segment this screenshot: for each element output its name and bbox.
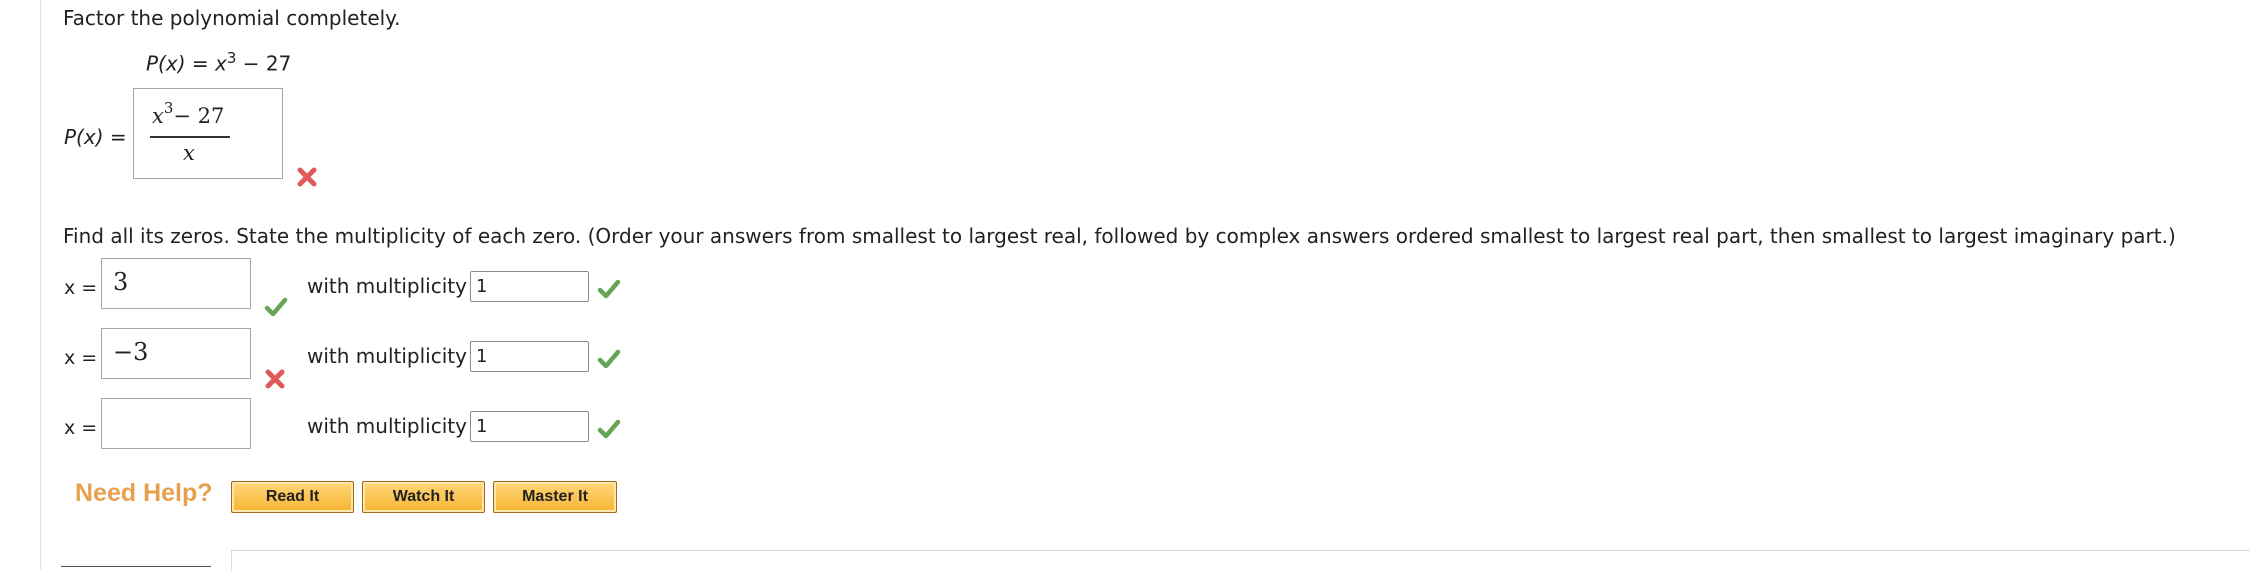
need-help-label: Need Help? [75,479,213,507]
check-icon [597,278,621,304]
zero-answer-box[interactable]: −3 [101,328,251,379]
poly-base: x [215,51,227,76]
fraction-bar [150,136,230,138]
watch-it-button[interactable]: Watch It [362,481,485,513]
read-it-button[interactable]: Read It [231,481,354,513]
factor-answer-box[interactable]: x3− 27 x [133,88,283,179]
polynomial-statement: P(x) = x3 − 27 [146,46,291,76]
x-mark-icon [264,368,286,394]
zero-answer-box[interactable]: 3 [101,258,251,309]
zero-answer-box[interactable] [101,398,251,449]
zero-label: x = [64,347,98,369]
zeros-instruction: Find all its zeros. State the multiplici… [63,224,2176,248]
poly-rest: − 27 [236,51,292,76]
bottom-panel [231,550,2250,571]
numerator-exp: 3 [163,99,174,117]
check-icon [597,348,621,374]
fraction-numerator: x3− 27 [152,97,224,129]
x-mark-icon [296,166,318,192]
poly-eq: = [185,51,215,76]
multiplicity-input[interactable] [470,411,589,442]
multiplicity-input[interactable] [470,341,589,372]
multiplicity-input[interactable] [470,271,589,302]
left-divider [40,0,41,570]
master-it-button[interactable]: Master It [493,481,617,513]
numerator-rest: − 27 [173,104,225,128]
zero-label: x = [64,277,98,299]
multiplicity-label: with multiplicity [307,344,467,368]
check-icon [264,296,288,322]
zero-value: 3 [113,268,129,296]
bottom-underline [61,566,211,567]
zero-value: −3 [113,338,149,366]
fraction-denominator: x [183,141,195,165]
factor-lhs: P(x) [64,125,104,149]
numerator-base: x [152,104,164,128]
multiplicity-label: with multiplicity [307,274,467,298]
zero-label: x = [64,417,98,439]
instruction-text: Factor the polynomial completely. [63,6,401,30]
check-icon [597,418,621,444]
poly-exp: 3 [226,49,237,67]
factor-label: P(x) = [64,125,127,149]
poly-lhs: P(x) [146,51,186,76]
factor-eq: = [103,125,127,149]
multiplicity-label: with multiplicity [307,414,467,438]
